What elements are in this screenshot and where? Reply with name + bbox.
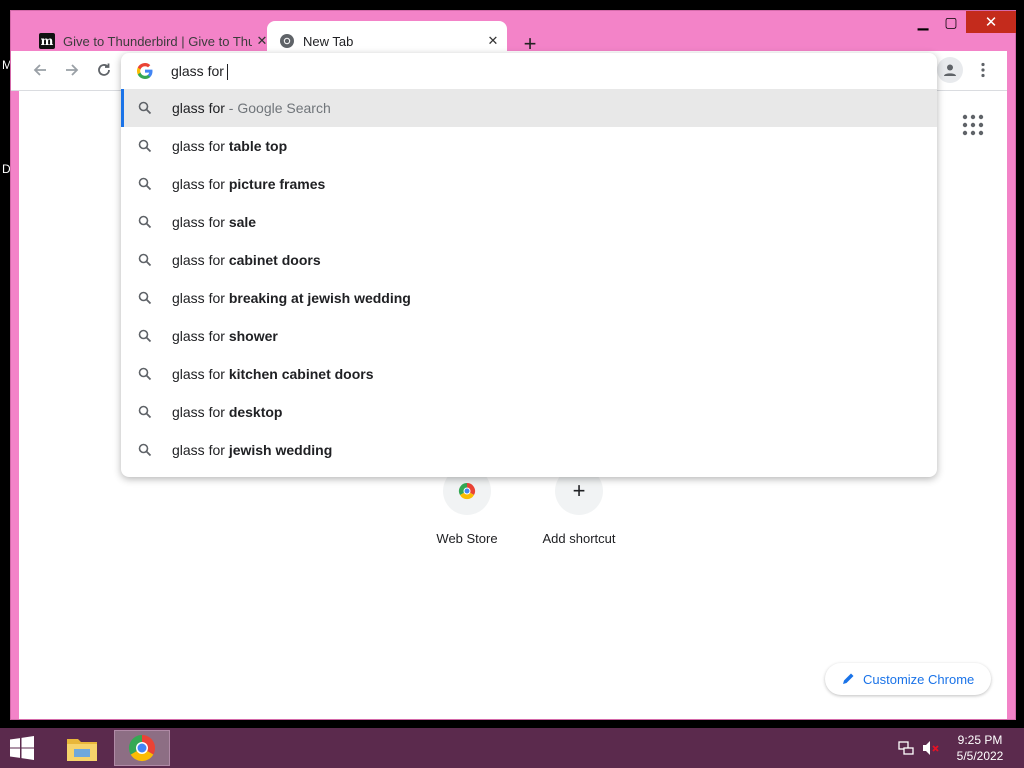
start-button[interactable] xyxy=(8,736,40,760)
google-apps-button[interactable] xyxy=(961,113,985,137)
back-button[interactable] xyxy=(27,57,53,83)
chrome-icon xyxy=(128,734,156,762)
maximize-button[interactable]: ▢ xyxy=(939,11,963,33)
omnibox-suggestion[interactable]: glass for picture frames xyxy=(121,165,937,203)
profile-button[interactable] xyxy=(937,57,963,83)
folder-icon xyxy=(67,739,97,761)
search-icon xyxy=(138,177,152,191)
taskbar-file-explorer[interactable] xyxy=(54,730,110,766)
search-icon xyxy=(138,139,152,153)
search-icon xyxy=(138,443,152,457)
shortcut-label: Web Store xyxy=(436,531,498,546)
google-g-icon xyxy=(137,63,153,79)
tab-title: New Tab xyxy=(303,33,354,49)
pencil-icon xyxy=(843,673,854,684)
suggestion-text: glass for cabinet doors xyxy=(172,252,321,268)
search-icon xyxy=(138,101,152,115)
shortcut-web-store[interactable]: Web Store xyxy=(417,467,517,546)
omnibox-suggestion[interactable]: glass for cabinet doors xyxy=(121,241,937,279)
suggestion-text: glass for desktop xyxy=(172,404,283,420)
reload-icon xyxy=(98,63,110,76)
suggestion-completion: sale xyxy=(228,214,257,230)
suggestion-text: glass for sale xyxy=(172,214,256,230)
apps-grid-icon xyxy=(962,114,984,136)
suggestion-prefix: glass for xyxy=(172,404,229,420)
address-bar-input[interactable]: glass for xyxy=(171,63,871,81)
suggestion-prefix: glass for xyxy=(172,252,229,268)
omnibox-input-row[interactable]: glass for xyxy=(121,53,937,89)
suggestion-text: glass for breaking at jewish wedding xyxy=(172,290,411,306)
kebab-menu-icon xyxy=(981,62,985,78)
suggestion-text: glass for kitchen cabinet doors xyxy=(172,366,374,382)
suggestion-completion: desktop xyxy=(228,404,283,420)
close-tab-icon[interactable]: ✕ xyxy=(483,31,503,51)
m-logo-icon: m xyxy=(39,33,55,49)
suggestion-text: glass for picture frames xyxy=(172,176,325,192)
suggestion-completion: table top xyxy=(228,138,288,154)
search-icon xyxy=(138,253,152,267)
omnibox-dropdown: glass for glass for - Google Search glass… xyxy=(121,53,937,477)
suggestion-prefix: glass for xyxy=(172,290,229,306)
suggestion-prefix: glass for xyxy=(172,328,229,344)
windows-logo-icon xyxy=(10,736,34,760)
suggestion-text: glass for table top xyxy=(172,138,287,154)
reload-button[interactable] xyxy=(91,57,117,83)
volume-muted-icon[interactable] xyxy=(922,740,940,756)
suggestion-completion: jewish wedding xyxy=(228,442,333,458)
customize-chrome-label: Customize Chrome xyxy=(863,671,975,687)
clock-time: 9:25 PM xyxy=(957,733,1003,747)
suggestion-completion: kitchen cabinet doors xyxy=(228,366,374,382)
network-icon[interactable] xyxy=(898,740,916,756)
suggestion-text: glass for jewish wedding xyxy=(172,442,332,458)
suggestion-completion: picture frames xyxy=(228,176,326,192)
arrow-left-icon xyxy=(33,64,46,76)
suggestion-completion: shower xyxy=(228,328,278,344)
omnibox-suggestion[interactable]: glass for kitchen cabinet doors xyxy=(121,355,937,393)
omnibox-suggestion[interactable]: glass for table top xyxy=(121,127,937,165)
system-clock[interactable]: 9:25 PM 5/5/2022 xyxy=(944,732,1016,764)
chrome-menu-button[interactable] xyxy=(973,57,993,83)
search-icon xyxy=(138,215,152,229)
suggestion-text: glass for shower xyxy=(172,328,278,344)
taskbar: 9:25 PM 5/5/2022 xyxy=(0,728,1024,768)
clock-date: 5/5/2022 xyxy=(956,749,1004,763)
omnibox-suggestion[interactable]: glass for jewish wedding xyxy=(121,431,937,469)
search-icon xyxy=(138,367,152,381)
shortcut-label: Add shortcut xyxy=(542,531,616,546)
search-icon xyxy=(138,405,152,419)
taskbar-chrome[interactable] xyxy=(114,730,170,766)
search-icon xyxy=(138,329,152,343)
suggestion-prefix: glass for xyxy=(172,138,229,154)
omnibox-suggestion[interactable]: glass for breaking at jewish wedding xyxy=(121,279,937,317)
tab-title: Give to Thunderbird | Give to Thunderbir… xyxy=(63,33,252,49)
omnibox-suggestion[interactable]: glass for shower xyxy=(121,317,937,355)
customize-chrome-button[interactable]: Customize Chrome xyxy=(825,663,991,695)
suggestion-prefix: glass for xyxy=(172,100,225,116)
close-window-button[interactable]: ✕ xyxy=(966,11,1016,33)
arrow-right-icon xyxy=(66,64,79,76)
suggestion-completion: cabinet doors xyxy=(228,252,321,268)
chrome-icon xyxy=(279,33,295,49)
suggestion-text: glass for - Google Search xyxy=(172,100,331,116)
browser-window: ▁ ▢ ✕ m Give to Thunderbird | Give to Th… xyxy=(10,10,1016,720)
omnibox-suggestion[interactable]: glass for - Google Search xyxy=(121,89,937,127)
person-icon xyxy=(944,64,956,76)
search-icon xyxy=(138,291,152,305)
forward-button[interactable] xyxy=(59,57,85,83)
suggestion-prefix: glass for xyxy=(172,214,229,230)
suggestion-suffix: - Google Search xyxy=(224,100,331,116)
shortcut-add[interactable]: + Add shortcut xyxy=(529,467,629,546)
suggestion-completion: breaking at jewish wedding xyxy=(228,290,411,306)
omnibox-suggestion[interactable]: glass for sale xyxy=(121,203,937,241)
suggestion-prefix: glass for xyxy=(172,176,229,192)
minimize-button[interactable]: ▁ xyxy=(911,11,935,33)
omnibox-suggestion[interactable]: glass for desktop xyxy=(121,393,937,431)
suggestion-prefix: glass for xyxy=(172,366,229,382)
suggestion-prefix: glass for xyxy=(172,442,229,458)
